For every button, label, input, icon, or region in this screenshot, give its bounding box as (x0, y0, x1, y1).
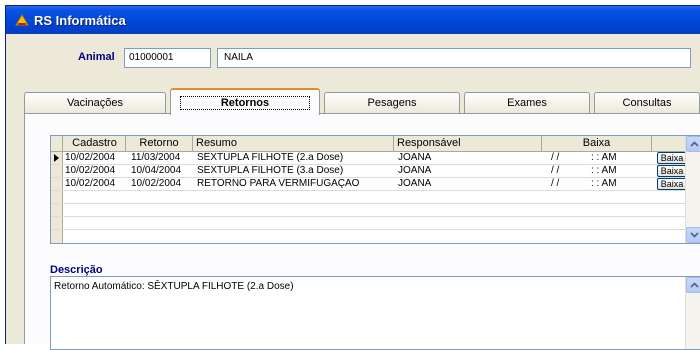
grid-scrollbar[interactable] (685, 136, 700, 243)
row-indicator (51, 230, 63, 243)
animal-label: Animal (78, 51, 115, 63)
cell-retorno: 10/02/2004 (131, 178, 182, 189)
descricao-text: Retorno Automático: SÊXTUPLA FILHOTE (2.… (54, 281, 294, 292)
row-indicator (51, 191, 63, 203)
tab-label: Retornos (179, 96, 311, 110)
animal-name-field[interactable]: NAILA (217, 48, 691, 68)
header-retorno[interactable]: Retorno (126, 136, 193, 151)
cell-cadastro: 10/02/2004 (65, 178, 116, 189)
empty-row (51, 191, 685, 204)
tab-exames[interactable]: Exames (464, 92, 590, 114)
cell-baixa-time: : : AM (591, 165, 617, 176)
cell-resumo: SÊXTUPLA FILHOTE (3.a Dose) (197, 165, 344, 176)
row-indicator (51, 204, 63, 216)
cell-resumo: RETORNO PARA VERMIFUGAÇÃO (197, 178, 360, 189)
grid-rows: 10/02/2004 11/03/2004 SÊXTUPLA FILHOTE (… (51, 152, 687, 243)
cell-responsavel: JOANA (398, 152, 432, 163)
tab-retornos[interactable]: Retornos (170, 88, 320, 115)
header-baixa[interactable]: Baixa (542, 136, 652, 151)
empty-row (51, 230, 685, 243)
tab-pesagens[interactable]: Pesagens (324, 92, 460, 114)
animal-row: Animal 01000001 NAILA (6, 46, 700, 70)
cell-baixa-date: / / (551, 165, 560, 176)
app-window: RS Informática Animal 01000001 NAILA Vac… (5, 5, 700, 350)
tab-label: Consultas (622, 97, 672, 109)
descricao-scrollbar[interactable] (685, 277, 700, 349)
baixa-button[interactable]: Baixa (657, 152, 687, 164)
table-row[interactable]: 10/02/2004 10/04/2004 SÊXTUPLA FILHOTE (… (51, 165, 687, 178)
tab-label: Exames (507, 97, 547, 109)
chevron-up-icon (689, 141, 699, 147)
chevron-up-icon (689, 282, 699, 288)
cell-retorno: 11/03/2004 (131, 152, 181, 163)
descricao-label: Descrição (50, 264, 103, 276)
row-indicator (51, 217, 63, 229)
row-indicator (51, 165, 63, 177)
cell-resumo: SÊXTUPLA FILHOTE (2.a Dose) (197, 152, 344, 163)
cell-responsavel: JOANA (398, 165, 432, 176)
row-indicator (51, 152, 63, 164)
table-row[interactable]: 10/02/2004 10/02/2004 RETORNO PARA VERMI… (51, 178, 687, 191)
row-indicator (51, 178, 63, 190)
cell-retorno: 10/04/2004 (131, 165, 182, 176)
scroll-up-button[interactable] (686, 136, 700, 152)
app-logo-icon (14, 12, 30, 28)
header-baixa-button (652, 136, 687, 151)
tab-label: Vacinações (66, 97, 124, 109)
header-resumo[interactable]: Resumo (193, 136, 394, 151)
row-indicator-header (51, 136, 63, 151)
cell-responsavel: JOANA (398, 178, 432, 189)
chevron-down-icon (689, 232, 699, 238)
table-row[interactable]: 10/02/2004 11/03/2004 SÊXTUPLA FILHOTE (… (51, 152, 687, 165)
animal-code-field[interactable]: 01000001 (124, 48, 211, 68)
tab-vacinacoes[interactable]: Vacinações (24, 92, 166, 114)
retornos-grid: Cadastro Retorno Resumo Responsável Baix… (50, 135, 700, 244)
current-row-arrow-icon (54, 154, 59, 162)
tab-strip: Vacinações Retornos Pesagens Exames Cons… (24, 88, 700, 115)
cell-cadastro: 10/02/2004 (65, 152, 116, 163)
cell-baixa-time: : : AM (591, 178, 617, 189)
tab-label: Pesagens (367, 97, 417, 109)
baixa-button[interactable]: Baixa (657, 165, 687, 177)
descricao-textarea[interactable]: Retorno Automático: SÊXTUPLA FILHOTE (2.… (50, 276, 700, 350)
tab-consultas[interactable]: Consultas (594, 92, 700, 114)
title-bar[interactable]: RS Informática (6, 6, 700, 34)
cell-baixa-date: / / (551, 178, 560, 189)
window-title: RS Informática (34, 12, 126, 28)
cell-baixa-time: : : AM (591, 152, 617, 163)
header-cadastro[interactable]: Cadastro (64, 136, 126, 151)
header-responsavel[interactable]: Responsável (394, 136, 542, 151)
scroll-up-button[interactable] (686, 277, 700, 293)
scroll-down-button[interactable] (686, 227, 700, 243)
cell-baixa-date: / / (551, 152, 560, 163)
grid-header: Cadastro Retorno Resumo Responsável Baix… (51, 136, 687, 152)
cell-cadastro: 10/02/2004 (65, 165, 116, 176)
empty-row (51, 204, 685, 217)
baixa-button[interactable]: Baixa (657, 178, 687, 190)
empty-row (51, 217, 685, 230)
